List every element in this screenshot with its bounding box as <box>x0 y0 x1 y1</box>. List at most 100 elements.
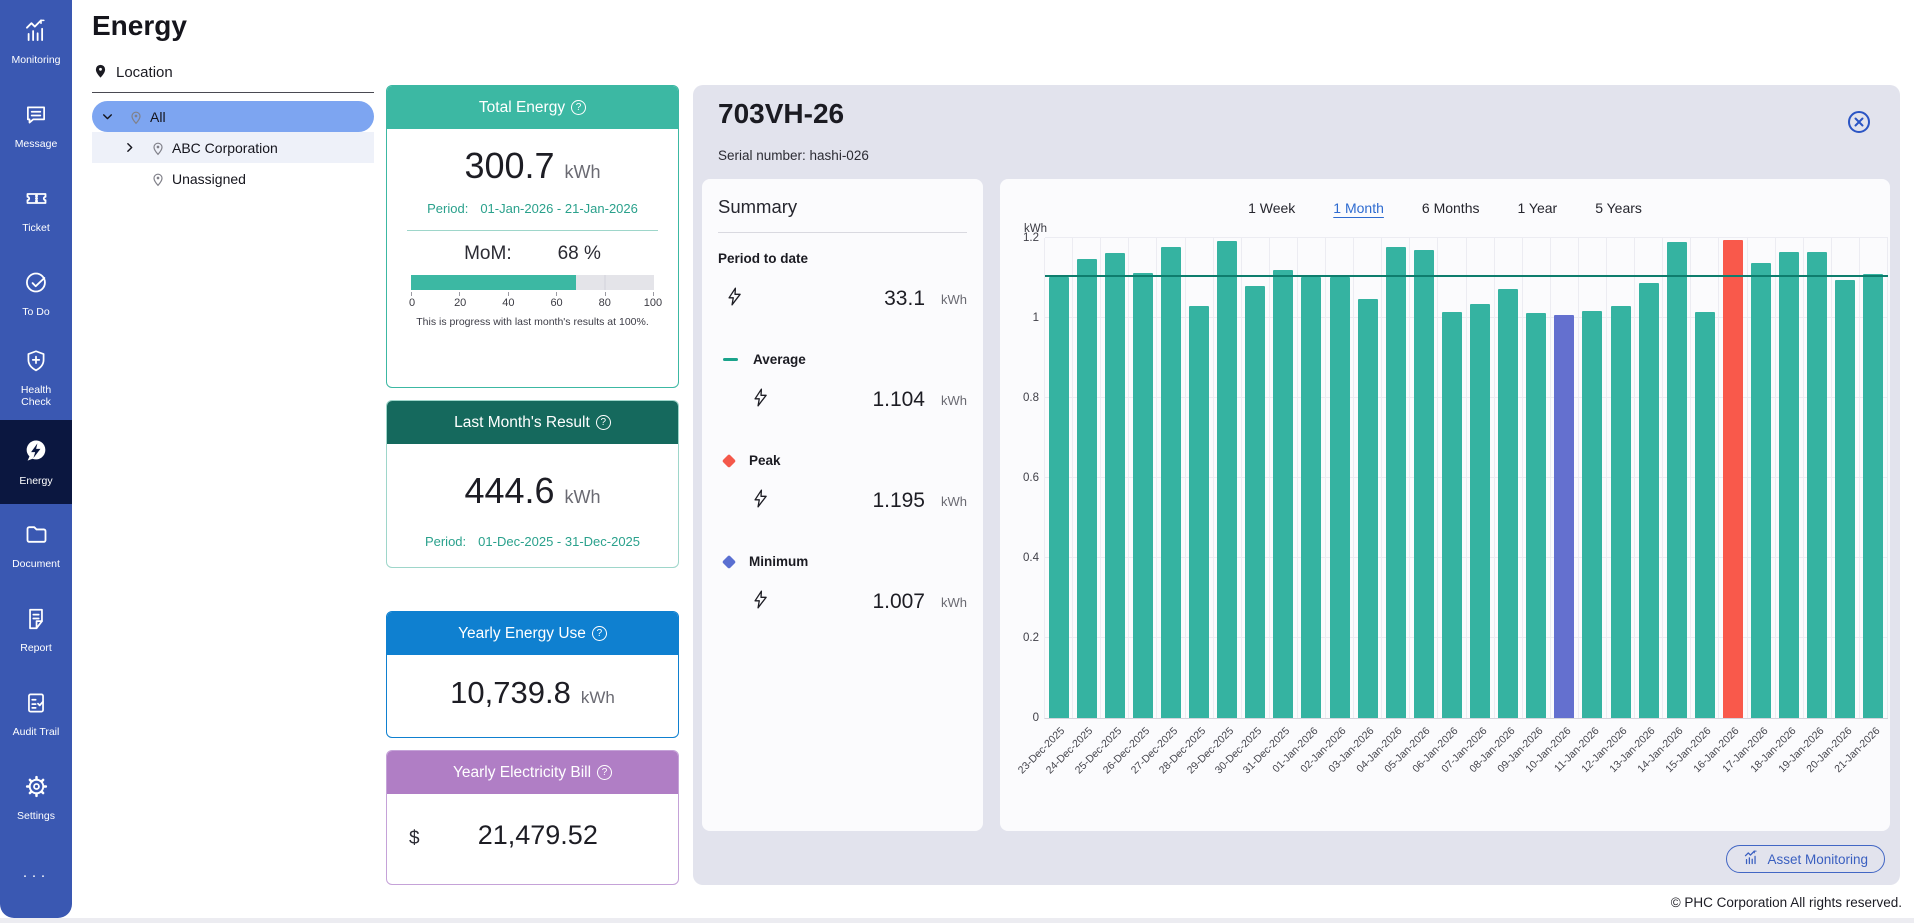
chart-column <box>1579 238 1607 718</box>
tree-item-all[interactable]: All <box>92 101 374 132</box>
chart-bar[interactable] <box>1358 299 1378 718</box>
mom-progress-bar <box>411 275 654 290</box>
chart-bar[interactable] <box>1077 259 1097 718</box>
chart-column <box>1607 238 1635 718</box>
chart-bar[interactable] <box>1863 274 1883 718</box>
chevron-down-icon[interactable] <box>92 110 122 123</box>
chart-bar[interactable] <box>1723 240 1743 718</box>
asset-monitoring-button[interactable]: Asset Monitoring <box>1726 845 1885 873</box>
chart-bar[interactable] <box>1386 247 1406 718</box>
monitoring-icon <box>1743 849 1760 869</box>
chart-column <box>1776 238 1804 718</box>
divider <box>407 230 658 231</box>
yearly-bill-value: 21,479.52 <box>420 820 656 851</box>
period-value: 01-Dec-2025 - 31-Dec-2025 <box>478 534 640 549</box>
help-icon[interactable]: ? <box>592 626 607 641</box>
y-tick-label: 1 <box>1033 312 1039 324</box>
chart-bar[interactable] <box>1695 312 1715 718</box>
chart-bar[interactable] <box>1189 306 1209 718</box>
tab-1-week[interactable]: 1 Week <box>1248 200 1295 216</box>
sidebar-item-document[interactable]: Document <box>0 504 72 588</box>
chart-column <box>1214 238 1242 718</box>
help-icon[interactable]: ? <box>571 100 586 115</box>
sidebar-item-todo[interactable]: To Do <box>0 252 72 336</box>
chart-column <box>1691 238 1719 718</box>
chart-bars <box>1045 238 1888 718</box>
sidebar-item-health-check[interactable]: Health Check <box>0 336 72 420</box>
chart-bar[interactable] <box>1498 289 1518 718</box>
chart-column <box>1045 238 1073 718</box>
chart-bar[interactable] <box>1470 304 1490 718</box>
chart-bar[interactable] <box>1639 283 1659 718</box>
sidebar-item-monitoring[interactable]: Monitoring <box>0 0 72 84</box>
mom-progress-fill <box>411 275 576 290</box>
average-line <box>1045 275 1888 278</box>
minimum-label: Minimum <box>749 554 808 569</box>
help-icon[interactable]: ? <box>596 415 611 430</box>
sidebar-item-ticket[interactable]: Ticket <box>0 168 72 252</box>
chevron-right-icon[interactable] <box>114 141 144 154</box>
minimum-marker <box>722 554 736 568</box>
tab-1-month[interactable]: 1 Month <box>1333 200 1384 216</box>
chart-bar[interactable] <box>1779 252 1799 718</box>
help-icon[interactable]: ? <box>597 765 612 780</box>
chart-bar[interactable] <box>1667 242 1687 718</box>
close-icon[interactable] <box>1846 109 1872 135</box>
tab-6-months[interactable]: 6 Months <box>1422 200 1480 216</box>
yearly-energy-use-card: Yearly Energy Use ? 10,739.8 kWh <box>386 611 679 738</box>
chart-bar[interactable] <box>1414 250 1434 718</box>
chart-column <box>1242 238 1270 718</box>
chart-column <box>1382 238 1410 718</box>
sidebar-item-audit-trail[interactable]: Audit Trail <box>0 672 72 756</box>
chart-bar[interactable] <box>1751 263 1771 718</box>
bar-chart-plot: 1.210.80.60.40.20 23-Dec-202524-Dec-2025… <box>1044 238 1888 719</box>
chart-bar[interactable] <box>1582 311 1602 718</box>
chart-bar[interactable] <box>1301 277 1321 718</box>
chart-bar[interactable] <box>1807 252 1827 718</box>
chart-bar[interactable] <box>1161 247 1181 718</box>
average-label: Average <box>753 352 806 367</box>
chart-bar[interactable] <box>1049 277 1069 718</box>
sidebar-item-report[interactable]: Report <box>0 588 72 672</box>
sidebar-item-message[interactable]: Message <box>0 84 72 168</box>
chart-bar[interactable] <box>1133 273 1153 718</box>
chart-bar[interactable] <box>1330 277 1350 718</box>
tab-5-years[interactable]: 5 Years <box>1595 200 1642 216</box>
chart-bar[interactable] <box>1526 313 1546 718</box>
location-header: Location <box>92 62 374 93</box>
chart-bar[interactable] <box>1245 286 1265 718</box>
yearly-bill-card-header: Yearly Electricity Bill ? <box>387 751 678 794</box>
total-energy-card: Total Energy ? 300.7 kWh Period: 01-Jan-… <box>386 85 679 388</box>
chart-bar[interactable] <box>1835 280 1855 718</box>
energy-chart-card: 1 Week 1 Month 6 Months 1 Year 5 Years k… <box>1000 179 1890 831</box>
sidebar: Monitoring Message Ticket To Do <box>0 0 72 918</box>
period-to-date-value: 33.1 <box>745 287 925 311</box>
y-tick-label: 0.4 <box>1023 552 1039 564</box>
minimum-value: 1.007 <box>771 590 925 614</box>
yearly-use-value: 10,739.8 <box>450 675 571 711</box>
period-label: Period: <box>425 534 466 549</box>
tab-1-year[interactable]: 1 Year <box>1517 200 1557 216</box>
chart-column <box>1298 238 1326 718</box>
bolt-icon <box>750 589 771 615</box>
chart-bar[interactable] <box>1442 312 1462 718</box>
y-tick-label: 0.8 <box>1023 392 1039 404</box>
chart-bar[interactable] <box>1611 306 1631 718</box>
sidebar-more-button[interactable]: ··· <box>0 867 72 884</box>
energy-leaf-bolt-icon <box>22 437 50 470</box>
chart-bar[interactable] <box>1273 270 1293 718</box>
chart-bar[interactable] <box>1554 315 1574 718</box>
currency-symbol: $ <box>409 828 420 850</box>
yearly-use-card-header: Yearly Energy Use ? <box>387 612 678 655</box>
gear-icon <box>23 773 50 805</box>
tree-item-unassigned[interactable]: Unassigned <box>92 163 374 194</box>
tree-item-abc-corporation[interactable]: ABC Corporation <box>92 132 374 163</box>
sidebar-item-settings[interactable]: Settings <box>0 756 72 840</box>
chart-column <box>1326 238 1354 718</box>
sidebar-item-energy[interactable]: Energy <box>0 420 72 504</box>
chart-bar[interactable] <box>1217 241 1237 718</box>
last-month-unit: kWh <box>565 487 601 508</box>
chart-bar[interactable] <box>1105 253 1125 718</box>
chart-column <box>1467 238 1495 718</box>
last-month-result-card: Last Month's Result ? 444.6 kWh Period: … <box>386 400 679 568</box>
